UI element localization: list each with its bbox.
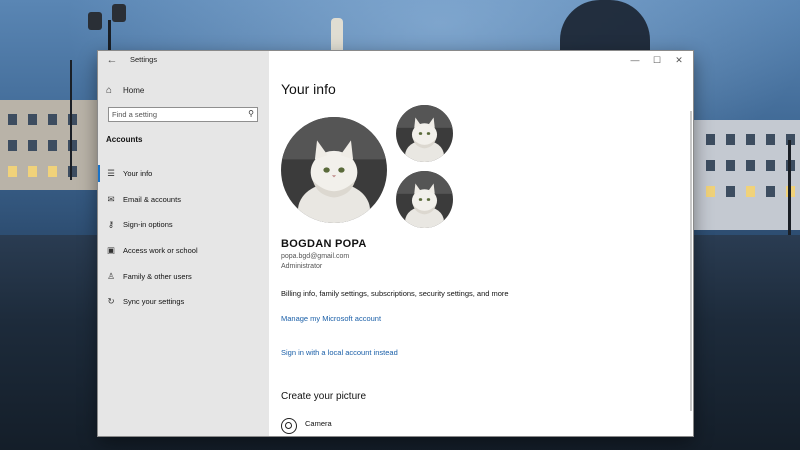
- street-lamp: [112, 4, 126, 22]
- sidebar-item-label: Your info: [123, 169, 153, 179]
- user-role: Administrator: [281, 263, 323, 270]
- sidebar-item-your-info[interactable]: ☰ Your info: [98, 161, 269, 187]
- home-nav-item[interactable]: ⌂ Home: [106, 82, 144, 98]
- mail-icon: ✉: [107, 193, 115, 204]
- sidebar-item-label: Sync your settings: [123, 297, 185, 307]
- back-arrow-icon[interactable]: ←: [104, 54, 120, 67]
- cat-photo: [396, 105, 453, 162]
- avatar: [281, 117, 387, 223]
- sidebar-item-label: Email & accounts: [123, 194, 181, 204]
- briefcase-icon: ▣: [106, 245, 116, 256]
- cat-photo: [396, 171, 453, 228]
- lamp-pole: [788, 140, 791, 240]
- family-icon: ♙: [107, 270, 115, 281]
- home-icon: ⌂: [106, 84, 113, 96]
- billing-description: Billing info, family settings, subscript…: [281, 289, 509, 298]
- sidebar-nav: ☰ Your info ✉ Email & accounts ⚷ Sign-in…: [98, 161, 269, 315]
- user-email: popa.bgd@gmail.com: [281, 253, 350, 260]
- camera-option[interactable]: Camera: [281, 418, 332, 434]
- statue: [331, 18, 343, 54]
- camera-label: Camera: [305, 418, 332, 428]
- sync-icon: ↻: [107, 296, 115, 307]
- main-content: Your info BOGDAN POPA popa.bgd@gmail.com…: [269, 51, 693, 436]
- sidebar-item-family-users[interactable]: ♙ Family & other users: [98, 263, 269, 289]
- maximize-button[interactable]: ☐: [647, 53, 667, 67]
- settings-window: ⌂ Home ⚲ Accounts ☰ Your info ✉ Email & …: [98, 51, 693, 436]
- person-card-icon: ☰: [107, 168, 115, 179]
- sidebar-item-label: Sign-in options: [123, 220, 173, 230]
- camera-icon: [281, 418, 297, 434]
- sidebar-item-label: Family & other users: [123, 271, 192, 281]
- user-name: BOGDAN POPA: [281, 238, 367, 250]
- sidebar-item-label: Access work or school: [123, 246, 198, 256]
- street-lamp: [88, 12, 102, 30]
- minimize-button[interactable]: —: [625, 53, 645, 67]
- close-button[interactable]: ✕: [669, 53, 689, 67]
- building-left: [0, 100, 100, 190]
- scrollbar[interactable]: [690, 111, 692, 411]
- sidebar-item-sync-settings[interactable]: ↻ Sync your settings: [98, 289, 269, 315]
- search-box[interactable]: ⚲: [108, 107, 258, 122]
- avatar-small[interactable]: [396, 171, 453, 228]
- window-title: Settings: [130, 55, 158, 64]
- manage-account-link[interactable]: Manage my Microsoft account: [281, 314, 381, 323]
- sidebar: ⌂ Home ⚲ Accounts ☰ Your info ✉ Email & …: [98, 51, 269, 436]
- section-title: Accounts: [106, 135, 143, 144]
- search-icon[interactable]: ⚲: [248, 109, 254, 118]
- sidebar-item-email-accounts[interactable]: ✉ Email & accounts: [98, 187, 269, 213]
- key-icon: ⚷: [107, 219, 115, 230]
- building-right: [692, 120, 800, 230]
- sidebar-item-sign-in-options[interactable]: ⚷ Sign-in options: [98, 212, 269, 238]
- home-label: Home: [123, 85, 145, 95]
- cat-photo: [281, 117, 387, 223]
- avatar-small[interactable]: [396, 105, 453, 162]
- sidebar-item-access-work[interactable]: ▣ Access work or school: [98, 238, 269, 264]
- create-picture-heading: Create your picture: [281, 391, 367, 402]
- search-input[interactable]: [112, 109, 242, 120]
- local-account-link[interactable]: Sign in with a local account instead: [281, 348, 398, 357]
- title-bar: ← Settings — ☐ ✕: [98, 51, 693, 70]
- lamp-pole: [70, 60, 72, 180]
- page-title: Your info: [281, 81, 336, 97]
